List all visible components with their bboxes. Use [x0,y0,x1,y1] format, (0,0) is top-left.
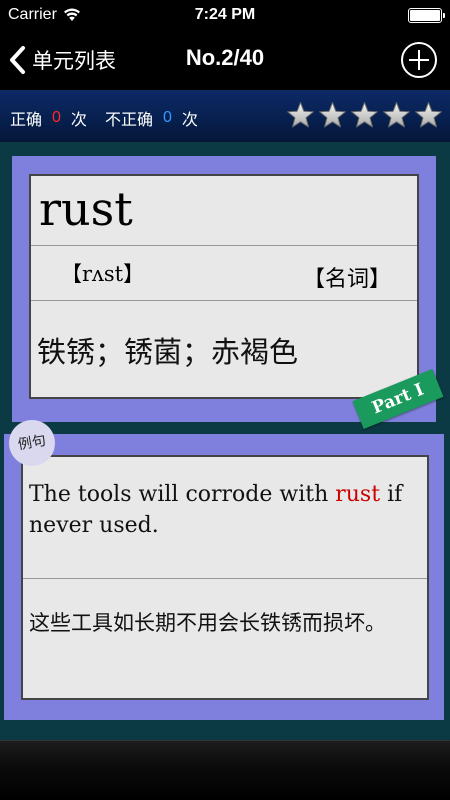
sentence-highlight: rust [335,482,381,507]
bottom-toolbar [0,740,450,800]
battery-fill [410,10,440,21]
score-bar: 正确 0 次 不正确 0 次 [0,90,450,142]
status-bar: Carrier 7:24 PM [0,0,450,30]
star-icon[interactable] [349,100,380,131]
sentence-before: The tools will corrode with [29,482,336,507]
correct-count: 0 [52,109,61,126]
correct-label: 正确 [10,110,43,129]
nav-bar: 单元列表 No.2/40 [0,30,450,90]
star-icon[interactable] [381,100,412,131]
star-icon[interactable] [413,100,444,131]
word-card[interactable]: rust 【rʌst】 【名词】 铁锈；锈菌；赤褐色 [12,156,436,422]
times-unit-1: 次 [70,110,87,129]
plus-circle-icon [401,42,437,78]
word-card-face: rust 【rʌst】 【名词】 铁锈；锈菌；赤褐色 [29,174,419,399]
word-row: rust [31,176,417,246]
example-translation: 这些工具如长期不用会长铁锈而损坏。 [29,611,386,635]
battery-icon [408,8,445,23]
flashcard-area: rust 【rʌst】 【名词】 铁锈；锈菌；赤褐色 例句 The tools … [0,142,450,740]
star-rating[interactable] [285,100,444,131]
word-meaning: 铁锈；锈菌；赤褐色 [37,335,299,369]
phonetic-text: 【rʌst】 [61,262,145,286]
add-button[interactable] [400,41,438,79]
times-unit-2: 次 [181,110,198,129]
example-card-face: The tools will corrode with rust if neve… [21,455,429,700]
score-summary: 正确 0 次 不正确 0 次 [10,106,198,130]
star-icon[interactable] [317,100,348,131]
back-button-label: 单元列表 [32,49,116,73]
phonetic-row: 【rʌst】 【名词】 [31,246,417,301]
back-button[interactable]: 单元列表 [8,42,116,78]
vocabulary-word: rust [39,182,133,236]
part-of-speech: 【名词】 [302,267,391,292]
example-card[interactable]: 例句 The tools will corrode with rust if n… [4,416,444,720]
chevron-left-icon [10,46,25,74]
status-time: 7:24 PM [194,6,256,23]
incorrect-count: 0 [162,109,172,126]
incorrect-label: 不正确 [104,110,153,129]
star-icon[interactable] [285,100,316,131]
example-sentence: The tools will corrode with rust if neve… [23,457,427,579]
